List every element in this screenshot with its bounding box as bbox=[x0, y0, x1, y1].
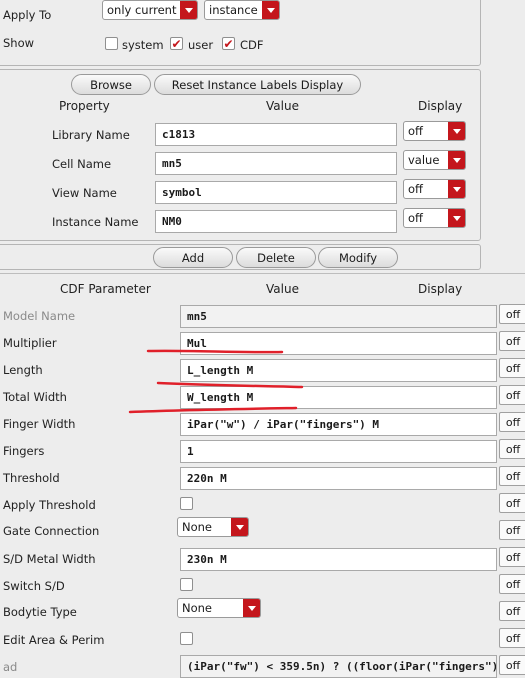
gate-connection-label: Gate Connection bbox=[3, 524, 100, 538]
chevron-down-icon bbox=[243, 599, 260, 617]
library-name-display-combo[interactable]: off bbox=[403, 121, 466, 141]
chevron-down-icon bbox=[448, 180, 465, 198]
threshold-field[interactable]: 220n M bbox=[180, 467, 497, 490]
threshold-label: Threshold bbox=[3, 471, 60, 485]
ad-display-button[interactable]: off bbox=[499, 655, 525, 675]
display-header: Display bbox=[418, 99, 463, 113]
cell-name-label: Cell Name bbox=[52, 157, 112, 171]
show-cdf-checkbox[interactable] bbox=[222, 37, 235, 50]
model-name-field: mn5 bbox=[180, 305, 497, 328]
multiplier-label: Multiplier bbox=[3, 336, 57, 350]
show-system-checkbox[interactable] bbox=[105, 37, 118, 50]
bodytie-type-label: Bodytie Type bbox=[3, 605, 77, 619]
show-label: Show bbox=[3, 36, 35, 50]
edit-area-perim-label: Edit Area & Perim bbox=[3, 633, 105, 647]
switch-sd-checkbox[interactable] bbox=[180, 578, 193, 591]
library-name-label: Library Name bbox=[52, 128, 130, 142]
gate-connection-display-button[interactable]: off bbox=[499, 520, 525, 540]
threshold-display-button[interactable]: off bbox=[499, 466, 525, 486]
chevron-down-icon bbox=[448, 209, 465, 227]
library-name-field[interactable]: c1813 bbox=[155, 123, 397, 146]
ad-label: ad bbox=[3, 660, 18, 674]
instance-name-field[interactable]: NM0 bbox=[155, 210, 397, 233]
value-header: Value bbox=[266, 99, 299, 113]
section-divider bbox=[0, 273, 525, 274]
cell-name-display-combo[interactable]: value bbox=[403, 150, 466, 170]
finger-width-display-button[interactable]: off bbox=[499, 412, 525, 432]
edit-area-perim-checkbox[interactable] bbox=[180, 632, 193, 645]
gate-connection-combo[interactable]: None bbox=[177, 517, 249, 537]
gate-connection-value: None bbox=[182, 520, 213, 534]
apply-threshold-label: Apply Threshold bbox=[3, 498, 96, 512]
model-name-label: Model Name bbox=[3, 309, 76, 323]
finger-width-field[interactable]: iPar("w") / iPar("fingers") M bbox=[180, 413, 497, 436]
apply-threshold-display-button[interactable]: off bbox=[499, 493, 525, 513]
switch-sd-display-button[interactable]: off bbox=[499, 574, 525, 594]
property-header: Property bbox=[59, 99, 110, 113]
edit-area-perim-display-button[interactable]: off bbox=[499, 628, 525, 648]
sd-metal-width-display-button[interactable]: off bbox=[499, 547, 525, 567]
cell-name-field[interactable]: mn5 bbox=[155, 152, 397, 175]
apply-to-target-value: instance bbox=[209, 3, 258, 17]
view-name-display-value: off bbox=[408, 182, 423, 196]
multiplier-field[interactable]: Mul bbox=[180, 332, 497, 355]
chevron-down-icon bbox=[231, 518, 248, 536]
cell-name-display-value: value bbox=[408, 153, 440, 167]
sd-metal-width-label: S/D Metal Width bbox=[3, 552, 96, 566]
apply-to-scope-value: only current bbox=[107, 3, 177, 17]
total-width-display-button[interactable]: off bbox=[499, 385, 525, 405]
apply-to-scope-combo[interactable]: only current bbox=[102, 0, 198, 20]
total-width-label: Total Width bbox=[3, 390, 67, 404]
length-display-button[interactable]: off bbox=[499, 358, 525, 378]
apply-to-target-combo[interactable]: instance bbox=[204, 0, 280, 20]
view-name-display-combo[interactable]: off bbox=[403, 179, 466, 199]
delete-button[interactable]: Delete bbox=[236, 247, 316, 268]
instance-name-display-combo[interactable]: off bbox=[403, 208, 466, 228]
browse-button[interactable]: Browse bbox=[71, 74, 151, 95]
apply-threshold-checkbox[interactable] bbox=[180, 497, 193, 510]
modify-button[interactable]: Modify bbox=[318, 247, 398, 268]
cdf-parameter-header: CDF Parameter bbox=[60, 282, 151, 296]
fingers-label: Fingers bbox=[3, 444, 45, 458]
chevron-down-icon bbox=[448, 151, 465, 169]
switch-sd-label: Switch S/D bbox=[3, 579, 65, 593]
chevron-down-icon bbox=[262, 1, 279, 19]
bodytie-type-display-button[interactable]: off bbox=[499, 601, 525, 621]
show-user-checkbox[interactable] bbox=[170, 37, 183, 50]
view-name-field[interactable]: symbol bbox=[155, 181, 397, 204]
total-width-field[interactable]: W_length M bbox=[180, 386, 497, 409]
ad-field: (iPar("fw") < 359.5n) ? ((floor(iPar("fi… bbox=[180, 655, 497, 678]
fingers-field[interactable]: 1 bbox=[180, 440, 497, 463]
instance-name-label: Instance Name bbox=[52, 215, 139, 229]
show-user-label: user bbox=[188, 38, 214, 52]
length-field[interactable]: L_length M bbox=[180, 359, 497, 382]
sd-metal-width-field[interactable]: 230n M bbox=[180, 548, 497, 571]
add-button[interactable]: Add bbox=[153, 247, 233, 268]
show-cdf-label: CDF bbox=[240, 38, 264, 52]
cdf-display-header: Display bbox=[418, 282, 463, 296]
chevron-down-icon bbox=[448, 122, 465, 140]
chevron-down-icon bbox=[180, 1, 197, 19]
show-system-label: system bbox=[122, 38, 164, 52]
model-name-display-button[interactable]: off bbox=[499, 304, 525, 324]
reset-instance-labels-button[interactable]: Reset Instance Labels Display bbox=[154, 74, 361, 95]
finger-width-label: Finger Width bbox=[3, 417, 76, 431]
apply-to-label: Apply To bbox=[3, 8, 52, 22]
fingers-display-button[interactable]: off bbox=[499, 439, 525, 459]
view-name-label: View Name bbox=[52, 186, 117, 200]
instance-name-display-value: off bbox=[408, 211, 423, 225]
cdf-value-header: Value bbox=[266, 282, 299, 296]
multiplier-display-button[interactable]: off bbox=[499, 331, 525, 351]
bodytie-type-combo[interactable]: None bbox=[177, 598, 261, 618]
length-label: Length bbox=[3, 363, 43, 377]
bodytie-type-value: None bbox=[182, 601, 213, 615]
library-name-display-value: off bbox=[408, 124, 423, 138]
